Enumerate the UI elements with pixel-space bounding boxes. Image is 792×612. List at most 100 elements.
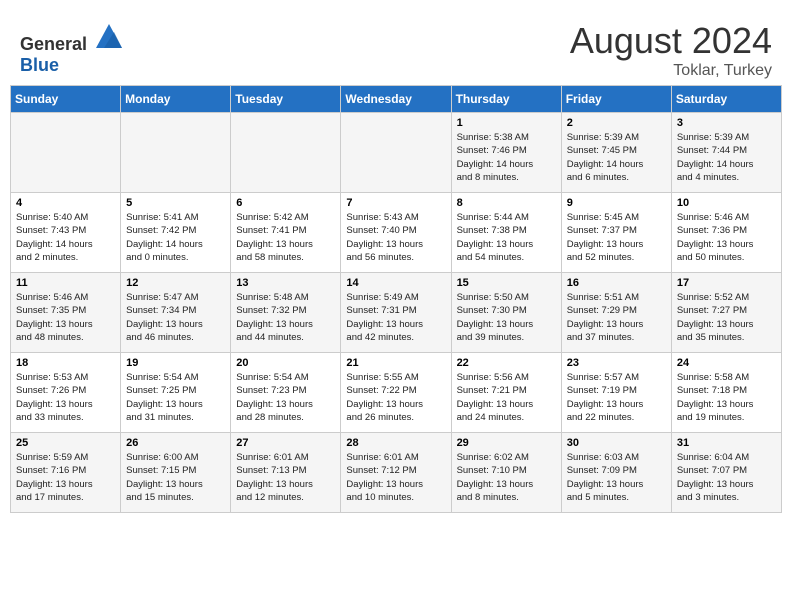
day-number: 29: [457, 437, 556, 449]
calendar-cell: 8 Sunrise: 5:44 AM Sunset: 7:38 PM Daylig…: [451, 193, 561, 273]
day-info: Sunrise: 5:49 AM Sunset: 7:31 PM Dayligh…: [346, 291, 445, 344]
title-block: August 2024 Toklar, Turkey: [570, 20, 772, 80]
logo-general: General: [20, 34, 87, 54]
calendar-cell: 30Sunrise: 6:03 AM Sunset: 7:09 PM Dayli…: [561, 433, 671, 513]
day-info: Sunrise: 5:59 AM Sunset: 7:16 PM Dayligh…: [16, 451, 115, 504]
day-number: 15: [457, 277, 556, 289]
day-number: 16: [567, 277, 666, 289]
day-info: Sunrise: 5:55 AM Sunset: 7:22 PM Dayligh…: [346, 371, 445, 424]
calendar-cell: 6 Sunrise: 5:42 AM Sunset: 7:41 PM Daylig…: [231, 193, 341, 273]
day-number: 1: [457, 117, 556, 129]
calendar-week-row: 1 Sunrise: 5:38 AM Sunset: 7:46 PM Daylig…: [11, 113, 782, 193]
calendar-header: SundayMondayTuesdayWednesdayThursdayFrid…: [11, 86, 782, 113]
calendar-cell: [121, 113, 231, 193]
day-info: Sunrise: 5:43 AM Sunset: 7:40 PM Dayligh…: [346, 211, 445, 264]
calendar-cell: 20Sunrise: 5:54 AM Sunset: 7:23 PM Dayli…: [231, 353, 341, 433]
day-number: 25: [16, 437, 115, 449]
calendar-cell: 23 Sunrise: 5:57 AM Sunset: 7:19 PM Dayli…: [561, 353, 671, 433]
calendar-cell: 16 Sunrise: 5:51 AM Sunset: 7:29 PM Dayli…: [561, 273, 671, 353]
day-number: 3: [677, 117, 776, 129]
calendar-cell: [11, 113, 121, 193]
calendar-cell: 3Sunrise: 5:39 AM Sunset: 7:44 PM Daylig…: [671, 113, 781, 193]
day-number: 6: [236, 197, 335, 209]
calendar-week-row: 25 Sunrise: 5:59 AM Sunset: 7:16 PM Dayli…: [11, 433, 782, 513]
logo-text: General Blue: [20, 20, 124, 76]
weekday-header: Tuesday: [231, 86, 341, 113]
day-number: 22: [457, 357, 556, 369]
calendar-cell: 18 Sunrise: 5:53 AM Sunset: 7:26 PM Dayli…: [11, 353, 121, 433]
calendar-week-row: 18 Sunrise: 5:53 AM Sunset: 7:26 PM Dayli…: [11, 353, 782, 433]
calendar-table: SundayMondayTuesdayWednesdayThursdayFrid…: [10, 85, 782, 513]
calendar-cell: 26 Sunrise: 6:00 AM Sunset: 7:15 PM Dayli…: [121, 433, 231, 513]
calendar-cell: 11Sunrise: 5:46 AM Sunset: 7:35 PM Dayli…: [11, 273, 121, 353]
calendar-cell: 24 Sunrise: 5:58 AM Sunset: 7:18 PM Dayli…: [671, 353, 781, 433]
day-info: Sunrise: 5:41 AM Sunset: 7:42 PM Dayligh…: [126, 211, 225, 264]
day-number: 12: [126, 277, 225, 289]
day-info: Sunrise: 5:42 AM Sunset: 7:41 PM Dayligh…: [236, 211, 335, 264]
day-number: 27: [236, 437, 335, 449]
day-number: 10: [677, 197, 776, 209]
weekday-header: Friday: [561, 86, 671, 113]
calendar-body: 1 Sunrise: 5:38 AM Sunset: 7:46 PM Daylig…: [11, 113, 782, 513]
day-info: Sunrise: 6:00 AM Sunset: 7:15 PM Dayligh…: [126, 451, 225, 504]
day-info: Sunrise: 6:01 AM Sunset: 7:12 PM Dayligh…: [346, 451, 445, 504]
day-number: 9: [567, 197, 666, 209]
weekday-header: Wednesday: [341, 86, 451, 113]
day-info: Sunrise: 5:52 AM Sunset: 7:27 PM Dayligh…: [677, 291, 776, 344]
calendar-cell: 29 Sunrise: 6:02 AM Sunset: 7:10 PM Dayli…: [451, 433, 561, 513]
calendar-cell: 7Sunrise: 5:43 AM Sunset: 7:40 PM Daylig…: [341, 193, 451, 273]
day-info: Sunrise: 6:01 AM Sunset: 7:13 PM Dayligh…: [236, 451, 335, 504]
day-info: Sunrise: 5:58 AM Sunset: 7:18 PM Dayligh…: [677, 371, 776, 424]
logo-blue: Blue: [20, 55, 59, 75]
day-info: Sunrise: 6:04 AM Sunset: 7:07 PM Dayligh…: [677, 451, 776, 504]
day-number: 26: [126, 437, 225, 449]
day-info: Sunrise: 5:38 AM Sunset: 7:46 PM Dayligh…: [457, 131, 556, 184]
day-info: Sunrise: 5:54 AM Sunset: 7:23 PM Dayligh…: [236, 371, 335, 424]
calendar-cell: 19Sunrise: 5:54 AM Sunset: 7:25 PM Dayli…: [121, 353, 231, 433]
calendar-cell: 25 Sunrise: 5:59 AM Sunset: 7:16 PM Dayli…: [11, 433, 121, 513]
day-info: Sunrise: 5:44 AM Sunset: 7:38 PM Dayligh…: [457, 211, 556, 264]
day-number: 17: [677, 277, 776, 289]
day-info: Sunrise: 5:53 AM Sunset: 7:26 PM Dayligh…: [16, 371, 115, 424]
day-info: Sunrise: 5:57 AM Sunset: 7:19 PM Dayligh…: [567, 371, 666, 424]
day-info: Sunrise: 5:54 AM Sunset: 7:25 PM Dayligh…: [126, 371, 225, 424]
logo: General Blue: [20, 20, 124, 76]
day-number: 21: [346, 357, 445, 369]
day-number: 5: [126, 197, 225, 209]
day-number: 2: [567, 117, 666, 129]
logo-icon: [94, 20, 124, 50]
day-info: Sunrise: 5:45 AM Sunset: 7:37 PM Dayligh…: [567, 211, 666, 264]
calendar-cell: [231, 113, 341, 193]
month-title: August 2024: [570, 20, 772, 62]
day-number: 13: [236, 277, 335, 289]
day-number: 18: [16, 357, 115, 369]
calendar-cell: [341, 113, 451, 193]
calendar-cell: 12Sunrise: 5:47 AM Sunset: 7:34 PM Dayli…: [121, 273, 231, 353]
day-number: 24: [677, 357, 776, 369]
day-info: Sunrise: 5:56 AM Sunset: 7:21 PM Dayligh…: [457, 371, 556, 424]
day-info: Sunrise: 6:03 AM Sunset: 7:09 PM Dayligh…: [567, 451, 666, 504]
day-number: 4: [16, 197, 115, 209]
day-number: 23: [567, 357, 666, 369]
calendar-cell: 15Sunrise: 5:50 AM Sunset: 7:30 PM Dayli…: [451, 273, 561, 353]
day-info: Sunrise: 5:51 AM Sunset: 7:29 PM Dayligh…: [567, 291, 666, 344]
calendar-cell: 28Sunrise: 6:01 AM Sunset: 7:12 PM Dayli…: [341, 433, 451, 513]
day-info: Sunrise: 5:48 AM Sunset: 7:32 PM Dayligh…: [236, 291, 335, 344]
weekday-header: Monday: [121, 86, 231, 113]
day-number: 8: [457, 197, 556, 209]
calendar-cell: 17 Sunrise: 5:52 AM Sunset: 7:27 PM Dayli…: [671, 273, 781, 353]
day-number: 11: [16, 277, 115, 289]
day-number: 31: [677, 437, 776, 449]
calendar-cell: 27 Sunrise: 6:01 AM Sunset: 7:13 PM Dayli…: [231, 433, 341, 513]
weekday-header: Saturday: [671, 86, 781, 113]
day-info: Sunrise: 5:40 AM Sunset: 7:43 PM Dayligh…: [16, 211, 115, 264]
calendar-week-row: 11Sunrise: 5:46 AM Sunset: 7:35 PM Dayli…: [11, 273, 782, 353]
calendar-cell: 13 Sunrise: 5:48 AM Sunset: 7:32 PM Dayli…: [231, 273, 341, 353]
calendar-cell: 2 Sunrise: 5:39 AM Sunset: 7:45 PM Daylig…: [561, 113, 671, 193]
day-info: Sunrise: 5:39 AM Sunset: 7:45 PM Dayligh…: [567, 131, 666, 184]
weekday-row: SundayMondayTuesdayWednesdayThursdayFrid…: [11, 86, 782, 113]
calendar-cell: 10Sunrise: 5:46 AM Sunset: 7:36 PM Dayli…: [671, 193, 781, 273]
page-header: General Blue August 2024 Toklar, Turkey: [10, 10, 782, 85]
day-info: Sunrise: 6:02 AM Sunset: 7:10 PM Dayligh…: [457, 451, 556, 504]
calendar-cell: 14Sunrise: 5:49 AM Sunset: 7:31 PM Dayli…: [341, 273, 451, 353]
